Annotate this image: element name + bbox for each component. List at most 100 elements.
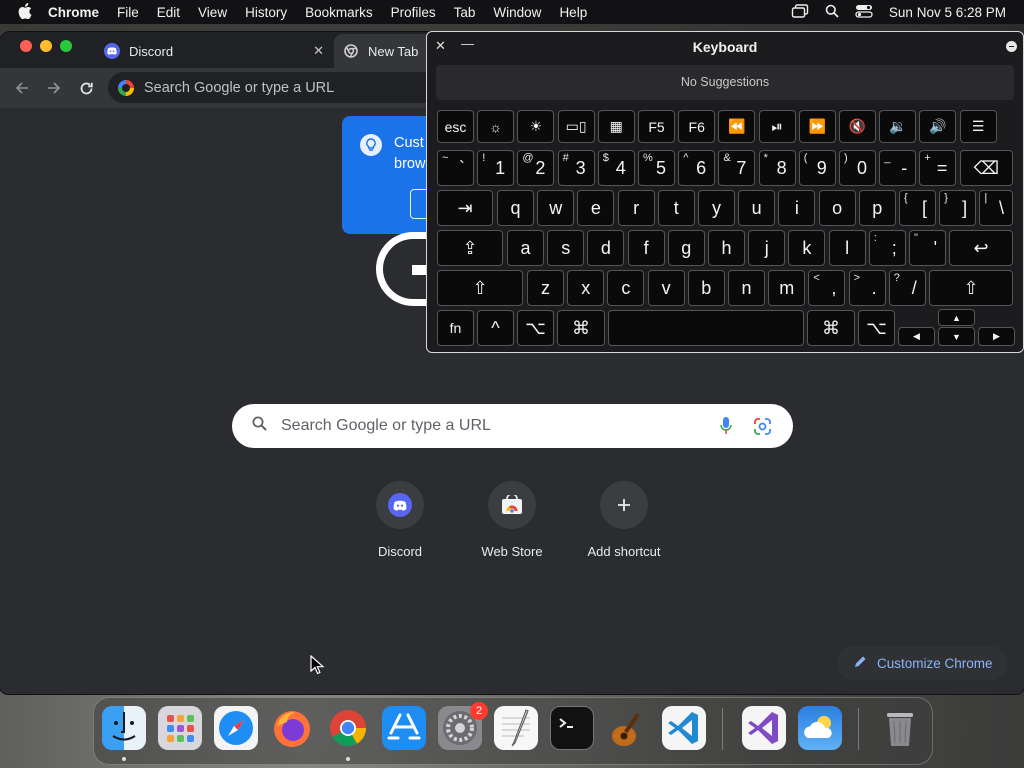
tab-discord[interactable]: Discord ✕ [94, 36, 332, 66]
key-\[interactable]: | \ [979, 190, 1013, 226]
key-j[interactable]: j [748, 230, 786, 266]
visual-studio-icon[interactable] [742, 706, 786, 750]
right-arrow-key[interactable]: ▶ [978, 327, 1015, 346]
key-d[interactable]: d [587, 230, 625, 266]
menu-history[interactable]: History [236, 5, 296, 20]
f5-key[interactable]: F5 [638, 110, 675, 143]
key-[[interactable]: {[ [899, 190, 936, 226]
key-.[interactable]: >. [848, 270, 886, 306]
ntp-search-box[interactable]: Search Google or type a URL [232, 404, 793, 448]
microphone-icon[interactable] [720, 417, 732, 440]
volume-up-key[interactable]: 🔊 [919, 110, 957, 143]
fn-key[interactable]: fn [437, 310, 474, 346]
key-=[interactable]: + = [919, 150, 957, 186]
menu-tab[interactable]: Tab [445, 5, 485, 20]
menu-clock[interactable]: Sun Nov 5 6:28 PM [889, 5, 1006, 20]
key-l[interactable]: l [828, 230, 866, 266]
fast-forward-key[interactable]: ⏩ [798, 110, 836, 143]
key-v[interactable]: v [647, 270, 685, 306]
options-icon[interactable] [1006, 41, 1017, 52]
menu-window[interactable]: Window [484, 5, 550, 20]
key-4[interactable]: $4 [597, 150, 635, 186]
key-2[interactable]: @2 [517, 150, 555, 186]
key-p[interactable]: p [858, 190, 896, 226]
brightness-down-key[interactable]: ☼ [477, 110, 515, 143]
key-a[interactable]: a [507, 230, 544, 266]
key-u[interactable]: u [738, 190, 776, 226]
return-key[interactable]: ↩ [949, 230, 1013, 266]
menu-profiles[interactable]: Profiles [382, 5, 445, 20]
key-q[interactable]: q [497, 190, 534, 226]
key-w[interactable]: w [537, 190, 575, 226]
shortcut-discord[interactable]: Discord [344, 481, 456, 559]
control-center-icon[interactable] [855, 4, 873, 21]
app-store-icon[interactable] [382, 706, 426, 750]
key-b[interactable]: b [687, 270, 725, 306]
delete-key[interactable]: ⌫ [959, 150, 1013, 186]
option-key[interactable]: ⌥ [517, 310, 554, 346]
stage-manager-icon[interactable] [791, 3, 809, 21]
left-arrow-key[interactable]: ◀ [898, 327, 935, 346]
escape-key[interactable]: esc [437, 110, 474, 143]
weather-icon[interactable] [798, 706, 842, 750]
control-key[interactable]: ^ [477, 310, 514, 346]
key-e[interactable]: e [577, 190, 615, 226]
key-'[interactable]: " ' [909, 230, 946, 266]
key-6[interactable]: ^ 6 [678, 150, 716, 186]
key-1[interactable]: ! 1 [477, 150, 515, 186]
shortcut-add[interactable]: Add shortcut [568, 481, 680, 559]
spotlight-icon[interactable] [825, 4, 839, 21]
key-k[interactable]: k [788, 230, 826, 266]
garageband-icon[interactable] [606, 706, 650, 750]
key-n[interactable]: n [728, 270, 765, 306]
command-key[interactable]: ⌘ [807, 310, 855, 346]
tab-close-icon[interactable]: ✕ [313, 43, 324, 59]
key-][interactable]: }] [939, 190, 977, 226]
apple-menu-icon[interactable] [0, 2, 42, 22]
key-i[interactable]: i [778, 190, 816, 226]
key-5[interactable]: % 5 [638, 150, 675, 186]
rewind-key[interactable]: ⏪ [718, 110, 756, 143]
f6-key[interactable]: F6 [678, 110, 716, 143]
key--[interactable]: _ - [879, 150, 917, 186]
key-o[interactable]: o [818, 190, 856, 226]
menu-bookmarks[interactable]: Bookmarks [296, 5, 382, 20]
back-arrow-icon[interactable] [10, 76, 34, 100]
shortcut-web-store[interactable]: Web Store [456, 481, 568, 559]
finder-icon[interactable] [102, 706, 146, 750]
menu-edit[interactable]: Edit [148, 5, 189, 20]
menu-key[interactable]: ☰ [959, 110, 997, 143]
key-s[interactable]: s [547, 230, 585, 266]
launchpad-key[interactable]: ▦ [597, 110, 635, 143]
google-lens-icon[interactable] [754, 418, 771, 440]
key-7[interactable]: & 7 [718, 150, 756, 186]
menu-app-name[interactable]: Chrome [42, 5, 108, 20]
key-8[interactable]: * 8 [758, 150, 796, 186]
menu-view[interactable]: View [189, 5, 236, 20]
key-`[interactable]: ~ ` [437, 150, 474, 186]
reload-icon[interactable] [74, 76, 98, 100]
trash-icon[interactable] [878, 706, 922, 750]
key-3[interactable]: #3 [557, 150, 595, 186]
tab-new-tab[interactable]: New Tab [334, 34, 434, 68]
key-/[interactable]: ? / [888, 270, 926, 306]
key-r[interactable]: r [617, 190, 655, 226]
safari-icon[interactable] [214, 706, 258, 750]
command-key[interactable]: ⌘ [557, 310, 605, 346]
close-window-button[interactable] [20, 40, 32, 52]
brightness-up-key[interactable]: ☀ [517, 110, 555, 143]
key-t[interactable]: t [657, 190, 695, 226]
key-,[interactable]: <, [808, 270, 846, 306]
key-m[interactable]: m [768, 270, 806, 306]
mission-control-key[interactable]: ▭▯ [557, 110, 595, 143]
terminal-icon[interactable] [550, 706, 594, 750]
chrome-icon[interactable] [326, 706, 370, 750]
option-key[interactable]: ⌥ [858, 310, 895, 346]
launchpad-icon[interactable] [158, 706, 202, 750]
menu-help[interactable]: Help [550, 5, 596, 20]
vscode-icon[interactable] [662, 706, 706, 750]
key-;[interactable]: :; [868, 230, 906, 266]
play-pause-key[interactable]: ⏯ [758, 110, 796, 143]
key-9[interactable]: (9 [798, 150, 836, 186]
key-0[interactable]: ) 0 [839, 150, 876, 186]
